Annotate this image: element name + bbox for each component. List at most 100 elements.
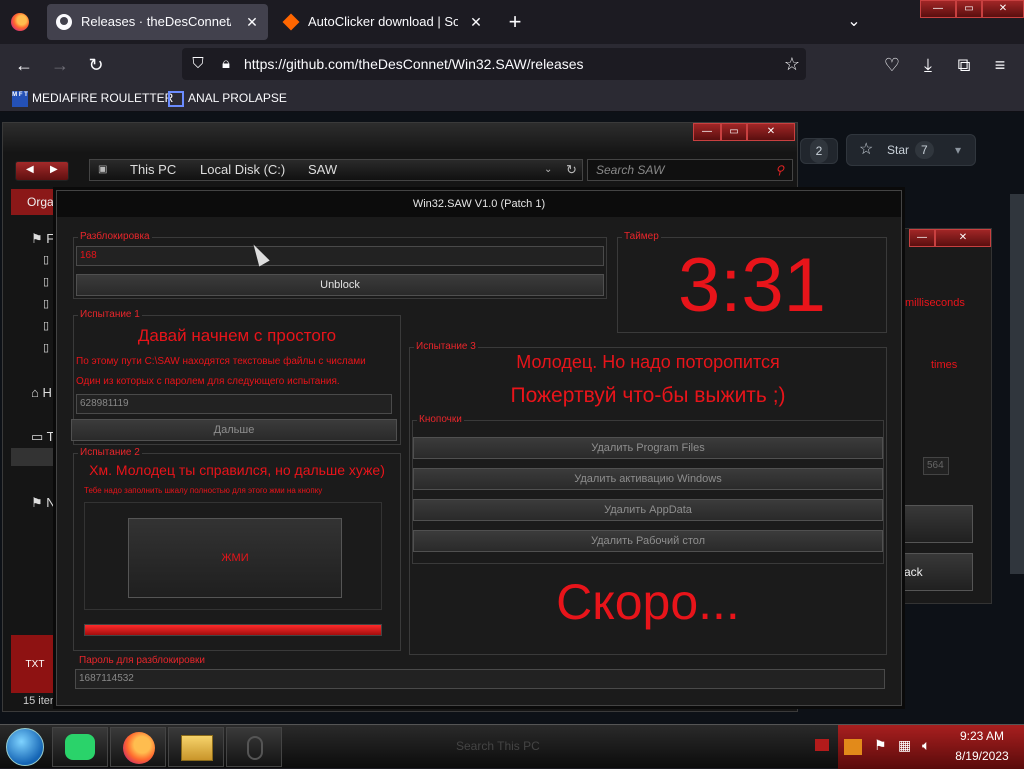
extensions-icon[interactable]: ⧉ [951, 52, 977, 78]
flag-icon[interactable]: ⚑ [874, 737, 887, 754]
delete-program-files-button[interactable]: Удалить Program Files [413, 437, 883, 459]
list-tabs-chevron-icon[interactable]: ⌄ [842, 8, 866, 36]
forward-arrow-icon[interactable]: ▶ [50, 164, 58, 175]
explorer-search-input[interactable]: Search SAW ⚲ [587, 159, 793, 181]
times-label: times [931, 359, 958, 371]
delete-windows-activation-button[interactable]: Удалить активацию Windows [413, 468, 883, 490]
bookmark-star-icon[interactable]: ☆ [784, 48, 800, 80]
tray-app-icon[interactable] [844, 739, 862, 755]
breadcrumb-this-pc[interactable]: This PC [130, 160, 176, 180]
minimize-button[interactable]: — [909, 229, 935, 247]
chevron-down-icon[interactable]: ⌄ [544, 160, 552, 180]
delete-appdata-button[interactable]: Удалить AppData [413, 499, 883, 521]
explorer-minimize-button[interactable]: — [693, 123, 721, 141]
bookmark-second[interactable]: ANAL PROLAPSE [168, 90, 287, 107]
system-tray: ⚑ ▦ 🔈︎ 9:23 AM 8/19/2023 [838, 725, 1024, 769]
clock-time[interactable]: 9:23 AM [942, 729, 1022, 743]
minimize-button[interactable]: — [920, 0, 956, 18]
test1-answer-field[interactable]: 628981119 [76, 394, 392, 414]
sourceforge-icon [282, 13, 300, 31]
page-scrollbar[interactable] [1010, 194, 1024, 574]
milliseconds-label: milliseconds [905, 297, 965, 309]
taskbar: Search This PC ⚑ ▦ 🔈︎ 9:23 AM 8/19/2023 [0, 724, 1024, 769]
taskbar-search[interactable]: Search This PC [456, 739, 540, 753]
network-icon[interactable]: ▦ [898, 737, 911, 754]
tray-arrow-icon[interactable] [815, 739, 829, 751]
start-button[interactable] [6, 728, 44, 766]
count-badge: 2 [809, 139, 829, 163]
explorer-close-button[interactable]: ✕ [747, 123, 795, 141]
taskbar-autoclicker[interactable] [226, 727, 282, 767]
password-field[interactable]: 1687114532 [75, 669, 885, 689]
sidebar-item-icon[interactable]: ▯ [43, 275, 49, 288]
next-button[interactable]: Дальше [71, 419, 397, 441]
sidebar-item-icon[interactable]: ▯ [43, 253, 49, 266]
star-count: 7 [915, 141, 934, 159]
sidebar-favorites[interactable]: ⚑ F [31, 231, 54, 247]
firefox-icon[interactable] [11, 13, 29, 31]
txt-file-icon[interactable]: TXT [11, 635, 59, 693]
watch-count-badge[interactable]: 2 [800, 138, 838, 164]
lock-icon[interactable]: 🔒︎ [214, 48, 238, 80]
sidebar-item-icon[interactable]: ▯ [43, 319, 49, 332]
sidebar-homegroup[interactable]: ⌂ H [31, 385, 52, 400]
star-label: Star [887, 143, 910, 157]
back-arrow-icon[interactable]: ◀ [26, 164, 34, 175]
sidebar-item-icon[interactable]: ▯ [43, 297, 49, 310]
new-tab-button[interactable]: + [503, 8, 527, 36]
pocket-icon[interactable]: ♡ [879, 52, 905, 78]
taskbar-firefox[interactable] [110, 727, 166, 767]
breadcrumb-disk[interactable]: Local Disk (C:) [200, 160, 285, 180]
menu-icon[interactable]: ≡ [987, 52, 1013, 78]
press-button[interactable]: ЖМИ [128, 518, 342, 598]
close-button[interactable]: ✕ [982, 0, 1024, 18]
search-icon[interactable]: ⚲ [775, 160, 784, 180]
taskbar-notes-app[interactable] [52, 727, 108, 767]
volume-icon[interactable]: 🔈︎ [922, 737, 930, 754]
breadcrumb-saw[interactable]: SAW [308, 160, 337, 180]
password-label: Пароль для разблокировки [77, 655, 207, 667]
reload-icon[interactable]: ↻ [83, 52, 109, 78]
test2-group: Испытание 2 Хм. Молодец ты справился, но… [73, 447, 401, 651]
buttons-group-label: Кнопочки [417, 414, 464, 426]
shield-icon[interactable]: ⛉ [186, 48, 210, 80]
unblock-button[interactable]: Unblock [76, 274, 604, 296]
start-button[interactable] [899, 505, 973, 543]
stop-button[interactable]: ack [899, 553, 973, 591]
chevron-down-icon[interactable]: ▾ [955, 135, 961, 165]
sidebar-network[interactable]: ⚑ N [31, 495, 56, 511]
test2-heading: Хм. Молодец ты справился, но дальше хуже… [89, 462, 385, 478]
bookmark-mediafire[interactable]: M F T MEDIAFIRE ROULETTER [12, 90, 173, 107]
refresh-icon[interactable]: ↻ [566, 160, 577, 180]
delete-desktop-button[interactable]: Удалить Рабочий стол [413, 530, 883, 552]
test3-group: Испытание 3 Молодец. Но надо поторопится… [409, 341, 887, 655]
taskbar-explorer[interactable] [168, 727, 224, 767]
sidebar-selected-item[interactable] [11, 448, 61, 466]
sidebar-item-icon[interactable]: ▯ [43, 341, 49, 354]
close-icon[interactable]: ✕ [244, 4, 260, 40]
tab-autoclicker[interactable]: AutoClicker download | Source ✕ [274, 4, 492, 40]
close-icon[interactable]: ✕ [468, 4, 484, 40]
back-arrow-icon[interactable]: ← [11, 52, 37, 78]
url-bar[interactable]: ⛉ 🔒︎ https://github.com/theDesConnet/Win… [182, 48, 806, 80]
url-text[interactable]: https://github.com/theDesConnet/Win32.SA… [244, 56, 584, 72]
clock-date[interactable]: 8/19/2023 [942, 749, 1022, 763]
status-item-count: 15 item [23, 695, 60, 707]
repeat-count-field[interactable]: 564 [923, 457, 949, 475]
maximize-button[interactable]: ▭ [956, 0, 982, 18]
folder-icon [181, 735, 213, 761]
bookmarks-bar: M F T MEDIAFIRE ROULETTER ANAL PROLAPSE [0, 84, 1024, 112]
timer-value: 3:31 [678, 243, 826, 328]
explorer-nav-arrows[interactable]: ◀ ▶ [15, 161, 69, 181]
tab-releases[interactable]: Releases · theDesConnet/Win32 ✕ [47, 4, 268, 40]
mediafire-icon: M F T [12, 90, 28, 107]
star-button[interactable]: ☆ Star 7 ▾ [846, 134, 976, 166]
explorer-maximize-button[interactable]: ▭ [721, 123, 747, 141]
sidebar-this-pc[interactable]: ▭ T [31, 429, 55, 445]
bookmark-folder-icon [168, 90, 184, 107]
explorer-address-bar[interactable]: ▣ This PC Local Disk (C:) SAW ⌄ ↻ [89, 159, 583, 181]
unlock-password-input[interactable]: 168 [76, 246, 604, 266]
download-icon[interactable]: ⤓ [915, 52, 941, 78]
forward-arrow-icon[interactable]: → [47, 52, 73, 78]
close-button[interactable]: ✕ [935, 229, 991, 247]
